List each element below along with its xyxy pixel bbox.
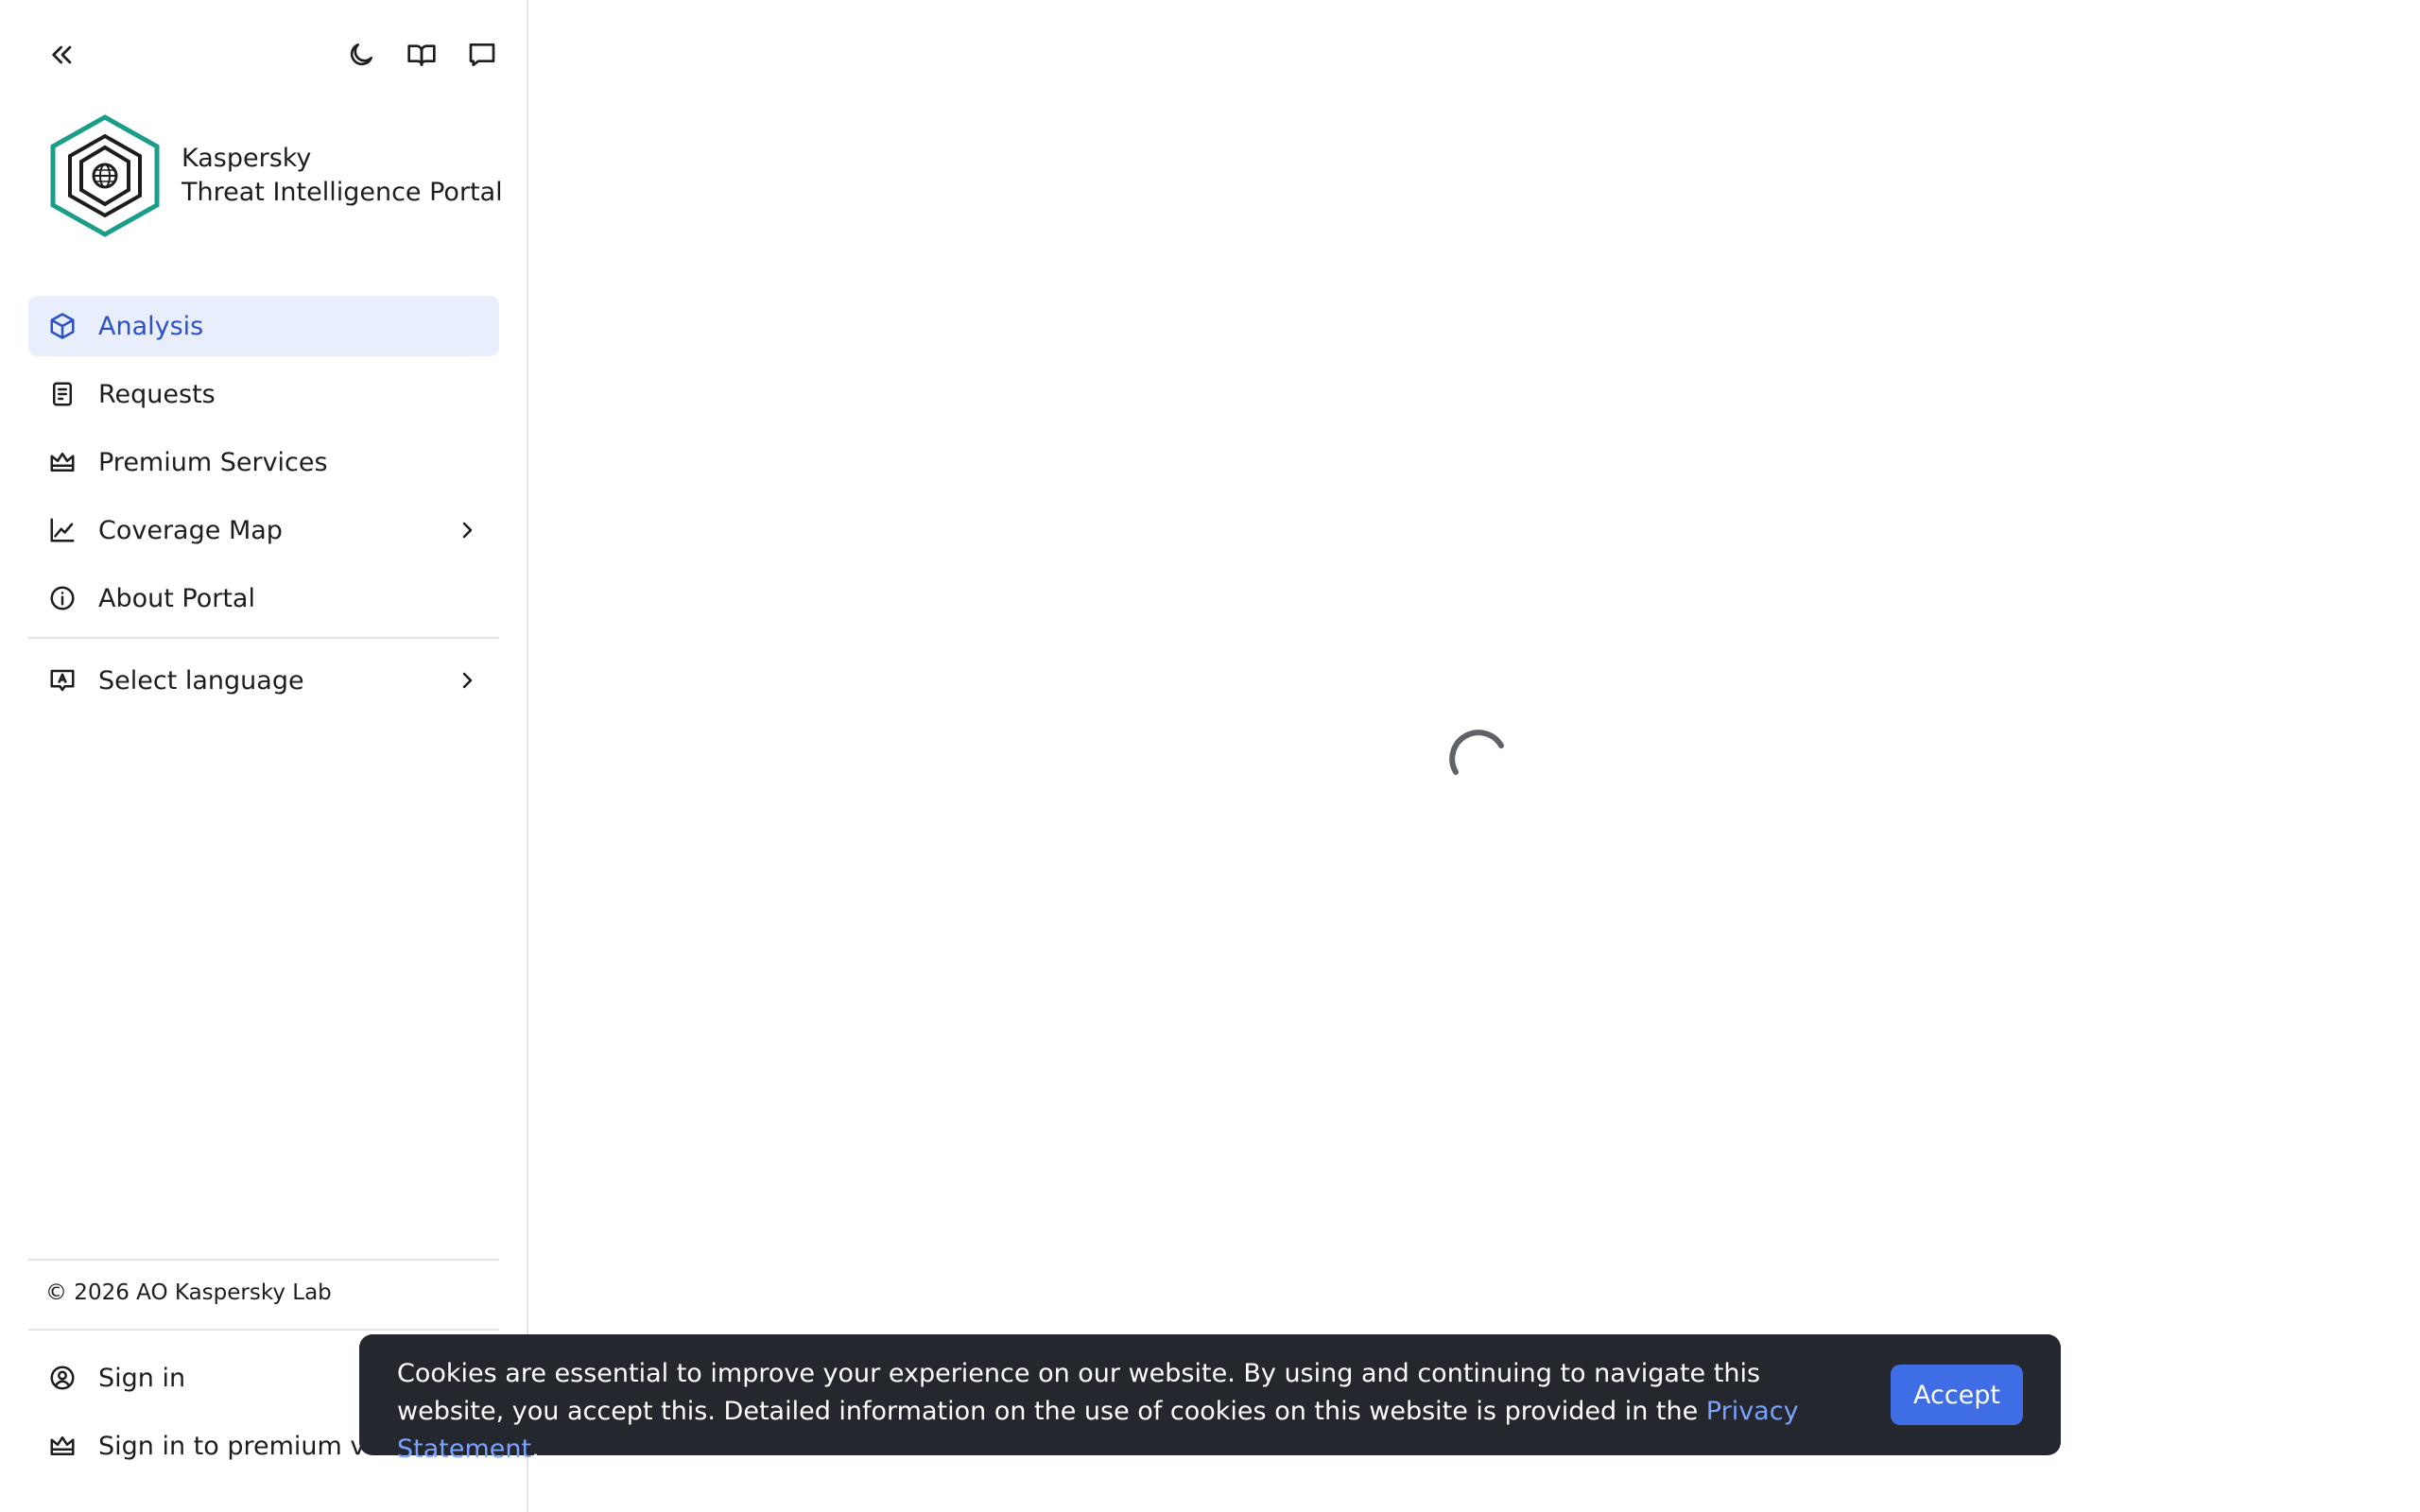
brand-line-2: Threat Intelligence Portal (182, 178, 503, 207)
document-icon (45, 377, 79, 411)
accept-cookies-button[interactable]: Accept (1891, 1365, 2023, 1425)
sidebar-item-about-portal[interactable]: About Portal (28, 568, 499, 628)
cookie-text: Cookies are essential to improve your ex… (397, 1359, 1761, 1426)
crown-icon (45, 1429, 79, 1463)
chart-line-icon (45, 513, 79, 547)
cookie-banner: Cookies are essential to improve your ex… (359, 1334, 2061, 1464)
feedback-button[interactable] (463, 36, 501, 74)
footer-divider (28, 1259, 499, 1261)
nav-divider (28, 637, 499, 639)
sidebar-item-requests[interactable]: Requests (28, 364, 499, 424)
sidebar-item-label: Analysis (98, 311, 204, 341)
docs-button[interactable] (403, 36, 441, 74)
cookie-text-end: . (531, 1435, 540, 1464)
sidebar-item-label: Premium Services (98, 447, 328, 477)
chat-icon (469, 43, 495, 66)
copyright-text: © 2026 AO Kaspersky Lab (45, 1280, 332, 1305)
user-circle-icon (45, 1361, 79, 1395)
sidebar-item-select-language[interactable]: Select language (28, 650, 499, 711)
info-icon (45, 581, 79, 615)
sidebar-item-label: Coverage Map (98, 515, 283, 545)
moon-icon (350, 43, 372, 66)
chevron-right-icon (456, 519, 478, 541)
collapse-icon (52, 45, 72, 64)
sidebar-item-label: About Portal (98, 583, 255, 613)
sidebar-item-premium-services[interactable]: Premium Services (28, 432, 499, 492)
language-icon (45, 663, 79, 697)
crown-icon (45, 445, 79, 479)
book-icon (407, 44, 436, 66)
sidebar-toolbar (43, 36, 495, 74)
sidebar-item-label: Requests (98, 379, 216, 409)
sidebar-item-coverage-map[interactable]: Coverage Map (28, 500, 499, 560)
sidebar-item-analysis[interactable]: Analysis (28, 296, 499, 356)
kaspersky-logo (50, 114, 160, 237)
theme-toggle-button[interactable] (342, 36, 380, 74)
cookie-message: Cookies are essential to improve your ex… (397, 1355, 1815, 1469)
brand[interactable]: Kaspersky Threat Intelligence Portal (47, 113, 503, 238)
loading-spinner-icon (1449, 730, 1504, 775)
footer-divider-2 (28, 1329, 499, 1331)
sidebar-nav: Analysis Requests Premium Services Cover… (28, 296, 499, 636)
sign-in-premium-label: Sign in to premium ver (98, 1431, 392, 1461)
chevron-right-icon (456, 669, 478, 692)
brand-title: Kaspersky Threat Intelligence Portal (182, 142, 503, 210)
brand-line-1: Kaspersky (182, 144, 312, 173)
cube-icon (45, 309, 79, 343)
collapse-sidebar-button[interactable] (43, 36, 81, 74)
sidebar: Kaspersky Threat Intelligence Portal Ana… (0, 0, 528, 1512)
sign-in-label: Sign in (98, 1363, 186, 1393)
sidebar-item-label: Select language (98, 665, 304, 696)
